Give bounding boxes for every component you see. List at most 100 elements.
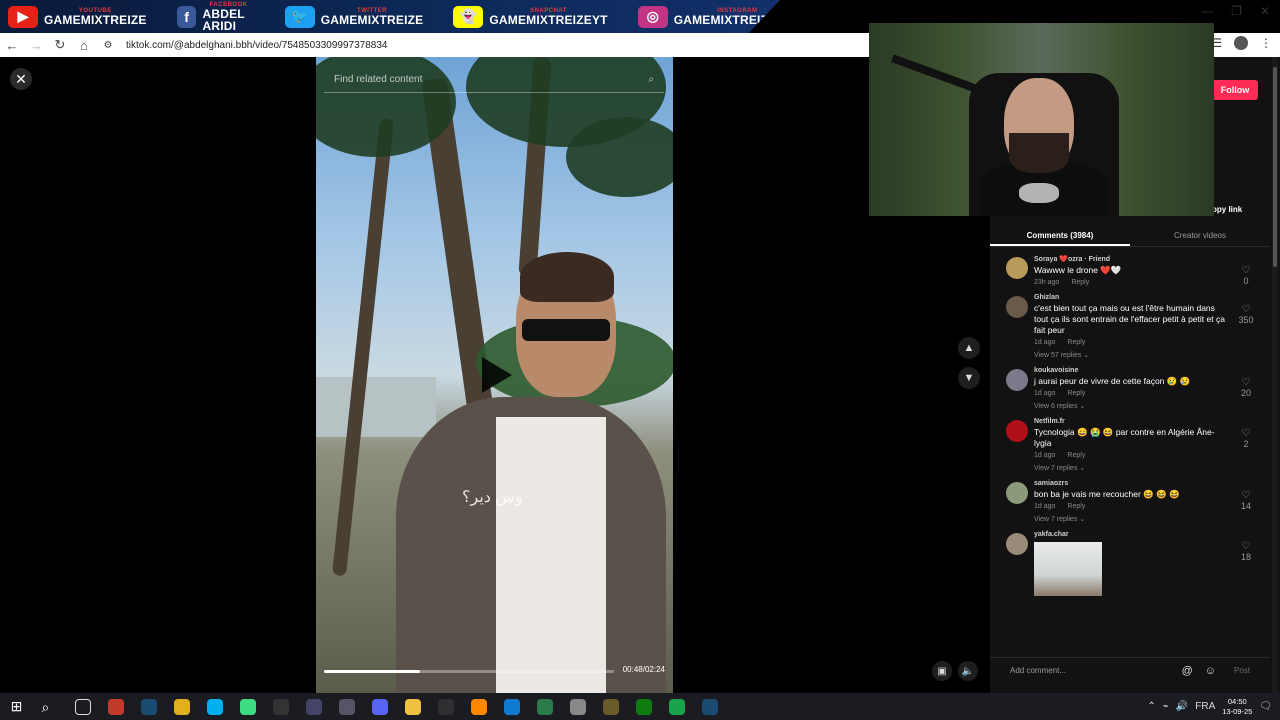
- comment-time: 23h ago: [1034, 279, 1060, 286]
- reply-button[interactable]: Reply: [1067, 339, 1085, 346]
- menu-icon[interactable]: ⋮: [1260, 36, 1272, 50]
- volume-icon[interactable]: 🔈: [958, 661, 978, 681]
- view-replies-button[interactable]: View 57 replies ⌄: [1034, 351, 1228, 359]
- back-icon[interactable]: ←: [0, 38, 24, 53]
- reload-icon[interactable]: ↻: [48, 37, 72, 53]
- notification-icon[interactable]: 🗨: [1259, 701, 1272, 712]
- heart-icon[interactable]: ♡: [1236, 304, 1256, 315]
- avatar[interactable]: [1006, 533, 1028, 555]
- minimize-icon[interactable]: —: [1201, 4, 1213, 18]
- shirt-logo: [1019, 183, 1059, 203]
- comment-username[interactable]: samiaozrs: [1034, 480, 1228, 487]
- add-comment-input[interactable]: Add comment...: [1010, 666, 1066, 675]
- avatar[interactable]: [1006, 369, 1028, 391]
- search-icon[interactable]: ⌕: [33, 693, 66, 720]
- heart-icon[interactable]: ♡: [1236, 377, 1256, 388]
- app-icon[interactable]: [528, 693, 561, 720]
- avatar[interactable]: [1006, 257, 1028, 279]
- task-view-icon[interactable]: [66, 693, 99, 720]
- recorder-icon[interactable]: [99, 693, 132, 720]
- reply-button[interactable]: Reply: [1067, 503, 1085, 510]
- xbox-icon[interactable]: [627, 693, 660, 720]
- network-icon[interactable]: ⌁: [1163, 701, 1169, 712]
- heart-icon[interactable]: ♡: [1236, 490, 1256, 501]
- profile-avatar[interactable]: [1234, 36, 1248, 50]
- steam-icon[interactable]: [693, 693, 726, 720]
- clock-date: 13-09-25: [1222, 706, 1253, 716]
- vlc-icon[interactable]: [462, 693, 495, 720]
- windows-start-icon[interactable]: ⊞: [0, 693, 33, 720]
- banner-item: ◎ INSTAGRAM GAMEMIXTREIZEOFF: [637, 5, 780, 28]
- snapchat-icon: 👻: [453, 5, 484, 28]
- comment-username[interactable]: Netfilm.fr: [1034, 418, 1228, 425]
- tab-comments[interactable]: Comments (3984): [990, 225, 1130, 246]
- close-icon[interactable]: ✕: [10, 68, 32, 90]
- app-icon[interactable]: [330, 693, 363, 720]
- obs-icon[interactable]: [429, 693, 462, 720]
- speaker-icon[interactable]: 🔊: [1176, 701, 1188, 712]
- progress-bar[interactable]: [324, 670, 614, 673]
- comment-time: 1d ago: [1034, 452, 1056, 459]
- like-count: 350: [1238, 315, 1254, 325]
- edge-icon[interactable]: [495, 693, 528, 720]
- streamer-banner: ▶ YOUTUBE GAMEMIXTREIZE f FACEBOOK ABDEL ARID…: [0, 0, 780, 33]
- follow-button[interactable]: Follow: [1212, 80, 1258, 100]
- folder-icon[interactable]: [396, 693, 429, 720]
- skype-icon[interactable]: [198, 693, 231, 720]
- search-icon[interactable]: ⌕: [648, 74, 654, 85]
- comment-item: koukavoisine j aurai peur de vivre de cet…: [990, 367, 1270, 410]
- comment-username[interactable]: yakfa.char: [1034, 531, 1228, 538]
- site-info-icon[interactable]: ⚙: [96, 40, 120, 51]
- window-controls: — ❐ ✕: [1201, 4, 1270, 18]
- heart-icon[interactable]: ♡: [1236, 265, 1256, 276]
- avatar[interactable]: [1006, 420, 1028, 442]
- heart-icon[interactable]: ♡: [1236, 428, 1256, 439]
- home-icon[interactable]: ⌂: [72, 38, 96, 53]
- avatar[interactable]: [1006, 296, 1028, 318]
- avatar[interactable]: [1006, 482, 1028, 504]
- comment-text: j aurai peur de vivre de cette façon 😢 😢: [1034, 376, 1191, 386]
- android-icon[interactable]: [231, 693, 264, 720]
- app-icon[interactable]: [660, 693, 693, 720]
- address-bar[interactable]: tiktok.com/@abdelghani.bbh/video/7548503…: [126, 40, 387, 51]
- comment-username[interactable]: Ghizlan: [1034, 294, 1228, 301]
- reply-button[interactable]: Reply: [1071, 279, 1089, 286]
- language-indicator[interactable]: FRA: [1195, 701, 1215, 712]
- copy-link-button[interactable]: opy link: [1212, 205, 1242, 214]
- reply-button[interactable]: Reply: [1067, 390, 1085, 397]
- chrome-icon[interactable]: [165, 693, 198, 720]
- steam-icon[interactable]: [132, 693, 165, 720]
- post-button[interactable]: Post: [1234, 666, 1250, 675]
- previous-video-button[interactable]: ▲: [958, 337, 980, 359]
- clock[interactable]: 04:50 13-09-25: [1222, 697, 1252, 717]
- view-replies-button[interactable]: View 7 replies ⌄: [1034, 515, 1228, 523]
- restore-icon[interactable]: ❐: [1231, 4, 1242, 18]
- close-window-icon[interactable]: ✕: [1260, 4, 1270, 18]
- chevron-up-icon[interactable]: ⌃: [1147, 701, 1155, 712]
- epic-icon[interactable]: [264, 693, 297, 720]
- play-icon[interactable]: [482, 357, 512, 393]
- emoji-icon[interactable]: ☺: [1205, 665, 1216, 677]
- app-icon[interactable]: [561, 693, 594, 720]
- comment-image[interactable]: [1034, 542, 1102, 596]
- video-player[interactable]: Find related content ⌕ وس دير؟ 00:48/02:…: [316, 57, 673, 693]
- discord-icon[interactable]: [363, 693, 396, 720]
- banner-item: 🐦 TWITTER GAMEMIXTREIZE: [284, 5, 424, 28]
- reply-button[interactable]: Reply: [1067, 452, 1085, 459]
- forward-icon[interactable]: →: [24, 38, 48, 53]
- scrollbar-thumb[interactable]: [1273, 67, 1277, 267]
- view-replies-button[interactable]: View 7 replies ⌄: [1034, 464, 1228, 472]
- app-icon[interactable]: [594, 693, 627, 720]
- related-search-bar[interactable]: Find related content ⌕: [324, 67, 664, 93]
- mention-icon[interactable]: @: [1182, 665, 1193, 677]
- scrollbar[interactable]: [1272, 57, 1278, 693]
- heart-icon[interactable]: ♡: [1236, 541, 1256, 552]
- pip-icon[interactable]: ▣: [932, 661, 952, 681]
- app-icon[interactable]: [297, 693, 330, 720]
- comment-username[interactable]: Soraya ❤️ozra · Friend: [1034, 255, 1228, 263]
- comment-time: 1d ago: [1034, 503, 1056, 510]
- tab-creator-videos[interactable]: Creator videos: [1130, 225, 1270, 246]
- view-replies-button[interactable]: View 6 replies ⌄: [1034, 402, 1228, 410]
- next-video-button[interactable]: ▼: [958, 367, 980, 389]
- comment-username[interactable]: koukavoisine: [1034, 367, 1228, 374]
